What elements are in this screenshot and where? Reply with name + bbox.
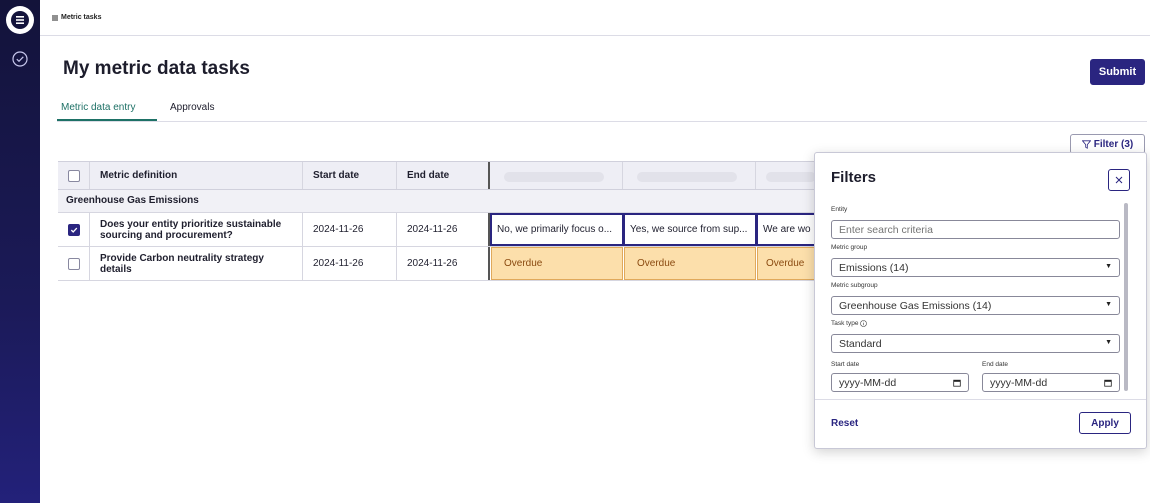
overdue-cell[interactable]: Overdue xyxy=(757,247,818,280)
overdue-cell[interactable]: Overdue xyxy=(491,247,623,280)
funnel-icon xyxy=(1081,139,1091,149)
response-cell[interactable]: Yes, we source from sup... xyxy=(623,213,757,246)
reset-button[interactable]: Reset xyxy=(831,418,858,429)
overdue-cell[interactable]: Overdue xyxy=(624,247,756,280)
filters-title: Filters xyxy=(831,169,877,186)
start-date-cell: 2024-11-26 xyxy=(303,247,397,280)
active-tab-indicator xyxy=(57,119,157,121)
submit-button[interactable]: Submit xyxy=(1090,59,1145,85)
header-entity-3 xyxy=(756,162,818,189)
select-all-checkbox[interactable] xyxy=(67,169,80,182)
entity-label: Entity xyxy=(831,206,848,213)
task-type-value: Standard xyxy=(839,337,882,350)
breadcrumb[interactable]: Metric tasks xyxy=(52,14,101,21)
header-entity-2 xyxy=(623,162,756,189)
start-date-label: Start date xyxy=(831,361,860,368)
row-checkbox-checked[interactable] xyxy=(67,223,80,236)
end-date-cell: 2024-11-26 xyxy=(397,213,490,246)
end-date-input[interactable]: yyyy-MM-dd xyxy=(982,373,1120,392)
metric-group-select[interactable]: Emissions (14) ▼ xyxy=(831,258,1120,277)
panel-scrollbar[interactable] xyxy=(1124,203,1128,391)
end-date-cell: 2024-11-26 xyxy=(397,247,490,280)
caret-down-icon: ▼ xyxy=(1105,263,1112,270)
breadcrumb-label: Metric tasks xyxy=(61,14,102,21)
metric-subgroup-value: Greenhouse Gas Emissions (14) xyxy=(839,299,992,312)
grid-icon xyxy=(11,11,29,29)
header-metric-definition[interactable]: Metric definition xyxy=(90,162,303,189)
metric-definition-cell: Does your entity prioritize sustainable … xyxy=(90,213,303,246)
metric-definition-cell: Provide Carbon neutrality strategy detai… xyxy=(90,247,303,280)
metric-subgroup-label: Metric subgroup xyxy=(831,282,878,289)
select-all-cell xyxy=(58,162,90,189)
header-entity-1 xyxy=(490,162,623,189)
caret-down-icon: ▼ xyxy=(1105,301,1112,308)
task-type-label-row: Task type xyxy=(831,320,868,327)
tasks-check-icon[interactable] xyxy=(11,50,29,68)
start-date-placeholder: yyyy-MM-dd xyxy=(839,376,897,389)
row-checkbox[interactable] xyxy=(67,257,80,270)
filter-button[interactable]: Filter (3) xyxy=(1070,134,1145,154)
start-date-input[interactable]: yyyy-MM-dd xyxy=(831,373,969,392)
row-select-cell xyxy=(58,213,90,246)
apply-button[interactable]: Apply xyxy=(1079,412,1131,434)
calendar-icon[interactable] xyxy=(953,379,961,387)
group-label: Greenhouse Gas Emissions xyxy=(66,195,199,206)
filter-button-label: Filter (3) xyxy=(1093,138,1134,150)
header-end-date[interactable]: End date xyxy=(397,162,490,189)
app-menu-button[interactable] xyxy=(6,6,34,34)
calendar-icon[interactable] xyxy=(1104,379,1112,387)
table-row[interactable]: Does your entity prioritize sustainable … xyxy=(58,213,818,247)
list-icon xyxy=(52,15,58,20)
entity-search-input[interactable] xyxy=(831,220,1120,239)
response-cell[interactable]: No, we primarily focus o... xyxy=(490,213,624,246)
metric-subgroup-select[interactable]: Greenhouse Gas Emissions (14) ▼ xyxy=(831,296,1120,315)
left-rail xyxy=(0,0,40,503)
table-row[interactable]: Provide Carbon neutrality strategy detai… xyxy=(58,247,818,281)
header-start-date[interactable]: Start date xyxy=(303,162,397,189)
task-type-select[interactable]: Standard ▼ xyxy=(831,334,1120,353)
close-icon xyxy=(1115,176,1123,184)
tab-approvals[interactable]: Approvals xyxy=(170,102,214,113)
caret-down-icon: ▼ xyxy=(1105,339,1112,346)
filters-panel: Filters Entity Metric group Emissions (1… xyxy=(814,152,1147,449)
response-cell[interactable]: We are wo xyxy=(756,213,818,246)
info-icon[interactable] xyxy=(860,320,868,327)
panel-divider xyxy=(815,399,1146,400)
table-header: Metric definition Start date End date xyxy=(58,161,818,190)
group-row: Greenhouse Gas Emissions xyxy=(58,190,818,213)
task-type-label: Task type xyxy=(831,320,859,327)
top-bar: Metric tasks xyxy=(40,0,1150,36)
tab-metric-data-entry[interactable]: Metric data entry xyxy=(61,102,135,113)
start-date-cell: 2024-11-26 xyxy=(303,213,397,246)
metric-group-label: Metric group xyxy=(831,244,868,251)
row-select-cell xyxy=(58,247,90,280)
metric-group-value: Emissions (14) xyxy=(839,261,909,274)
check-icon xyxy=(70,227,77,233)
end-date-placeholder: yyyy-MM-dd xyxy=(990,376,1048,389)
close-filters-button[interactable] xyxy=(1108,169,1130,191)
tab-bar: Metric data entry Approvals xyxy=(57,100,1147,122)
page-title: My metric data tasks xyxy=(63,58,250,79)
end-date-label: End date xyxy=(982,361,1009,368)
